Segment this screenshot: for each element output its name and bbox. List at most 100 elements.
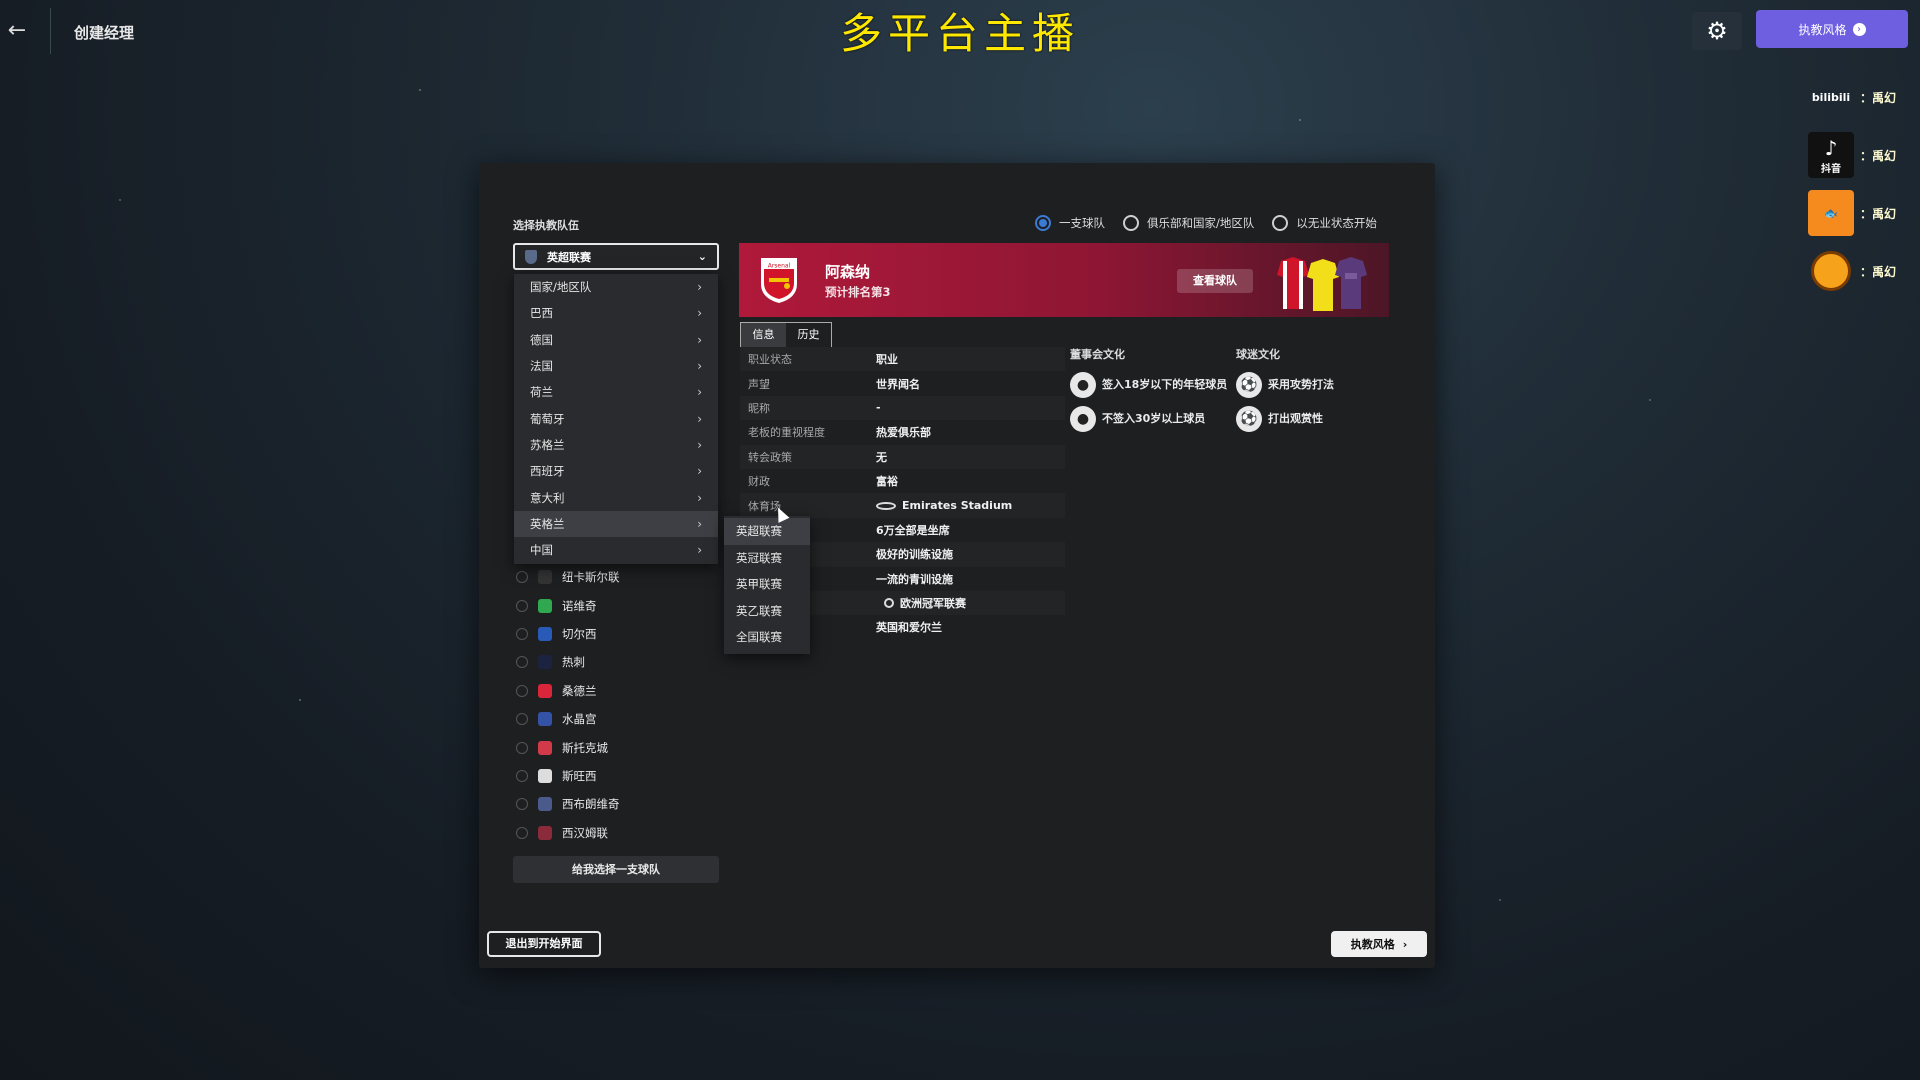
league-submenu-item[interactable]: 英乙联赛 bbox=[724, 598, 810, 625]
info-value: 热爱俱乐部 bbox=[876, 424, 931, 440]
start-mode-label: 以无业状态开始 bbox=[1296, 216, 1377, 230]
coaching-style-button-top[interactable]: 执教风格 › bbox=[1756, 10, 1908, 48]
country-menu-item[interactable]: 巴西 › bbox=[514, 300, 718, 326]
team-list-item[interactable]: 诺维奇 bbox=[513, 591, 719, 619]
team-list-item[interactable]: 热刺 bbox=[513, 648, 719, 676]
country-menu-item[interactable]: 法国 › bbox=[514, 353, 718, 379]
coaching-style-button[interactable]: 执教风格 › bbox=[1331, 931, 1427, 957]
chevron-right-icon: › bbox=[697, 332, 702, 347]
league-submenu-item[interactable]: 全国联赛 bbox=[724, 624, 810, 651]
info-value: 英国和爱尔兰 bbox=[876, 619, 942, 635]
league-submenu-item[interactable]: 英冠联赛 bbox=[724, 545, 810, 572]
social-item-huya: ：禹幻 bbox=[1808, 242, 1920, 300]
chevron-right-icon: › bbox=[697, 306, 702, 321]
start-mode-option[interactable]: 以无业状态开始 bbox=[1272, 215, 1377, 231]
country-menu: 国家/地区队 › 巴西 › 德国 › 法国 › 荷兰 › 葡萄牙 › 苏格兰 › 西班牙 › 意大利 › 英格兰 › 中… bbox=[514, 274, 718, 564]
league-submenu-item[interactable]: 英甲联赛 bbox=[724, 571, 810, 598]
team-list-item[interactable]: 水晶宫 bbox=[513, 705, 719, 733]
streamer-banner: 多平台主播 bbox=[839, 9, 1080, 58]
douyin-logo-icon: ♪ 抖音 bbox=[1808, 132, 1854, 178]
league-submenu: 英超联赛 英冠联赛 英甲联赛 英乙联赛 全国联赛 bbox=[724, 516, 810, 654]
info-value: 极好的训练设施 bbox=[876, 546, 953, 562]
league-dropdown[interactable]: 英超联赛 ⌄ bbox=[513, 243, 719, 270]
info-value-text: 热爱俱乐部 bbox=[876, 426, 931, 440]
radio-button[interactable] bbox=[516, 769, 528, 782]
team-list-item[interactable]: 纽卡斯尔联 bbox=[513, 563, 719, 591]
info-value: 世界闻名 bbox=[876, 376, 920, 392]
settings-gear-icon[interactable]: ⚙ bbox=[1692, 12, 1742, 50]
country-menu-item[interactable]: 英格兰 › bbox=[514, 510, 718, 537]
radio-button[interactable] bbox=[516, 571, 528, 584]
chevron-right-icon: › bbox=[697, 280, 702, 295]
tab-info[interactable]: 信息 bbox=[741, 323, 786, 347]
info-row: 老板的重视程度 热爱俱乐部 bbox=[740, 420, 1065, 444]
info-value: 无 bbox=[876, 449, 887, 465]
country-menu-item[interactable]: 苏格兰 › bbox=[514, 432, 718, 458]
country-menu-item[interactable]: 德国 › bbox=[514, 327, 718, 353]
info-value: 欧洲冠军联赛 bbox=[876, 595, 966, 611]
view-team-button[interactable]: 查看球队 bbox=[1177, 269, 1253, 293]
radio-button[interactable] bbox=[1123, 215, 1139, 231]
country-menu-label: 葡萄牙 bbox=[530, 411, 565, 426]
douyu-fish-icon: 🐟 bbox=[1824, 206, 1838, 220]
exit-to-start-button[interactable]: 退出到开始界面 bbox=[487, 931, 601, 957]
start-mode-option[interactable]: 一支球队 bbox=[1035, 215, 1105, 231]
league-submenu-item[interactable]: 英超联赛 bbox=[724, 518, 810, 545]
club-banner: Arsenal 阿森纳 预计排名第3 查看球队 bbox=[739, 243, 1389, 317]
info-value: 职业 bbox=[876, 351, 898, 367]
info-key: 昵称 bbox=[748, 401, 770, 415]
country-menu-item[interactable]: 荷兰 › bbox=[514, 379, 718, 405]
streamer-name: ：禹幻 bbox=[1860, 206, 1897, 221]
country-menu-item[interactable]: 葡萄牙 › bbox=[514, 405, 718, 431]
radio-button[interactable] bbox=[516, 741, 528, 754]
country-menu-item[interactable]: 意大利 › bbox=[514, 484, 718, 510]
start-mode-option[interactable]: 俱乐部和国家/地区队 bbox=[1123, 215, 1254, 231]
club-info: 阿森纳 预计排名第3 bbox=[825, 261, 891, 300]
info-value-text: 极好的训练设施 bbox=[876, 548, 953, 562]
tab-history[interactable]: 历史 bbox=[786, 323, 831, 347]
league-dropdown-value: 英超联赛 bbox=[547, 250, 591, 264]
radio-button[interactable] bbox=[516, 826, 528, 839]
country-menu-label: 巴西 bbox=[530, 306, 553, 321]
team-name: 西布朗维奇 bbox=[562, 797, 620, 812]
team-list-item[interactable]: 斯托克城 bbox=[513, 733, 719, 761]
football-icon: ⚽ bbox=[1236, 372, 1262, 398]
radio-button[interactable] bbox=[516, 684, 528, 697]
radio-button[interactable] bbox=[516, 599, 528, 612]
radio-button[interactable] bbox=[516, 656, 528, 669]
radio-button[interactable] bbox=[516, 713, 528, 726]
team-list-item[interactable]: 切尔西 bbox=[513, 620, 719, 648]
country-menu-label: 法国 bbox=[530, 359, 553, 374]
radio-button[interactable] bbox=[1035, 215, 1051, 231]
team-list-item[interactable]: 西布朗维奇 bbox=[513, 790, 719, 818]
team-list-item[interactable]: 斯旺西 bbox=[513, 762, 719, 790]
chevron-right-icon: › bbox=[697, 464, 702, 479]
team-list-item[interactable]: 西汉姆联 bbox=[513, 819, 719, 847]
chevron-right-icon: › bbox=[697, 543, 702, 558]
select-team-label: 选择执教队伍 bbox=[513, 219, 579, 232]
info-value-text: 职业 bbox=[876, 353, 898, 367]
streamer-name: ：禹幻 bbox=[1860, 148, 1897, 163]
country-menu-item[interactable]: 西班牙 › bbox=[514, 458, 718, 484]
info-key: 体育场 bbox=[748, 499, 781, 513]
ucl-icon bbox=[884, 598, 894, 609]
start-mode-label: 一支球队 bbox=[1059, 216, 1105, 230]
radio-button[interactable] bbox=[516, 798, 528, 811]
team-list-item[interactable]: 桑德兰 bbox=[513, 677, 719, 705]
country-menu-label: 国家/地区队 bbox=[530, 280, 592, 295]
chevron-right-icon: › bbox=[697, 385, 702, 400]
random-team-button[interactable]: 给我选择一支球队 bbox=[513, 856, 719, 883]
country-menu-label: 中国 bbox=[530, 543, 553, 558]
fan-culture: 球迷文化 ⚽ 采用攻势打法 ⚽ 打出观赏性 bbox=[1236, 346, 1406, 436]
country-menu-item[interactable]: 中国 › bbox=[514, 537, 718, 563]
streamer-social-list: bilibili ：禹幻 ♪ 抖音 ：禹幻 🐟 ：禹幻 ：禹幻 bbox=[1808, 68, 1920, 300]
start-mode-radios: 一支球队 俱乐部和国家/地区队 以无业状态开始 bbox=[1035, 215, 1377, 231]
radio-button[interactable] bbox=[516, 627, 528, 640]
country-menu-item[interactable]: 国家/地区队 › bbox=[514, 274, 718, 300]
chevron-right-icon: › bbox=[697, 490, 702, 505]
country-menu-label: 西班牙 bbox=[530, 464, 565, 479]
radio-button[interactable] bbox=[1272, 215, 1289, 231]
social-item-bilibili: bilibili ：禹幻 bbox=[1808, 68, 1920, 126]
svg-text:Arsenal: Arsenal bbox=[768, 263, 791, 270]
info-row: 转会政策 无 bbox=[740, 444, 1065, 469]
